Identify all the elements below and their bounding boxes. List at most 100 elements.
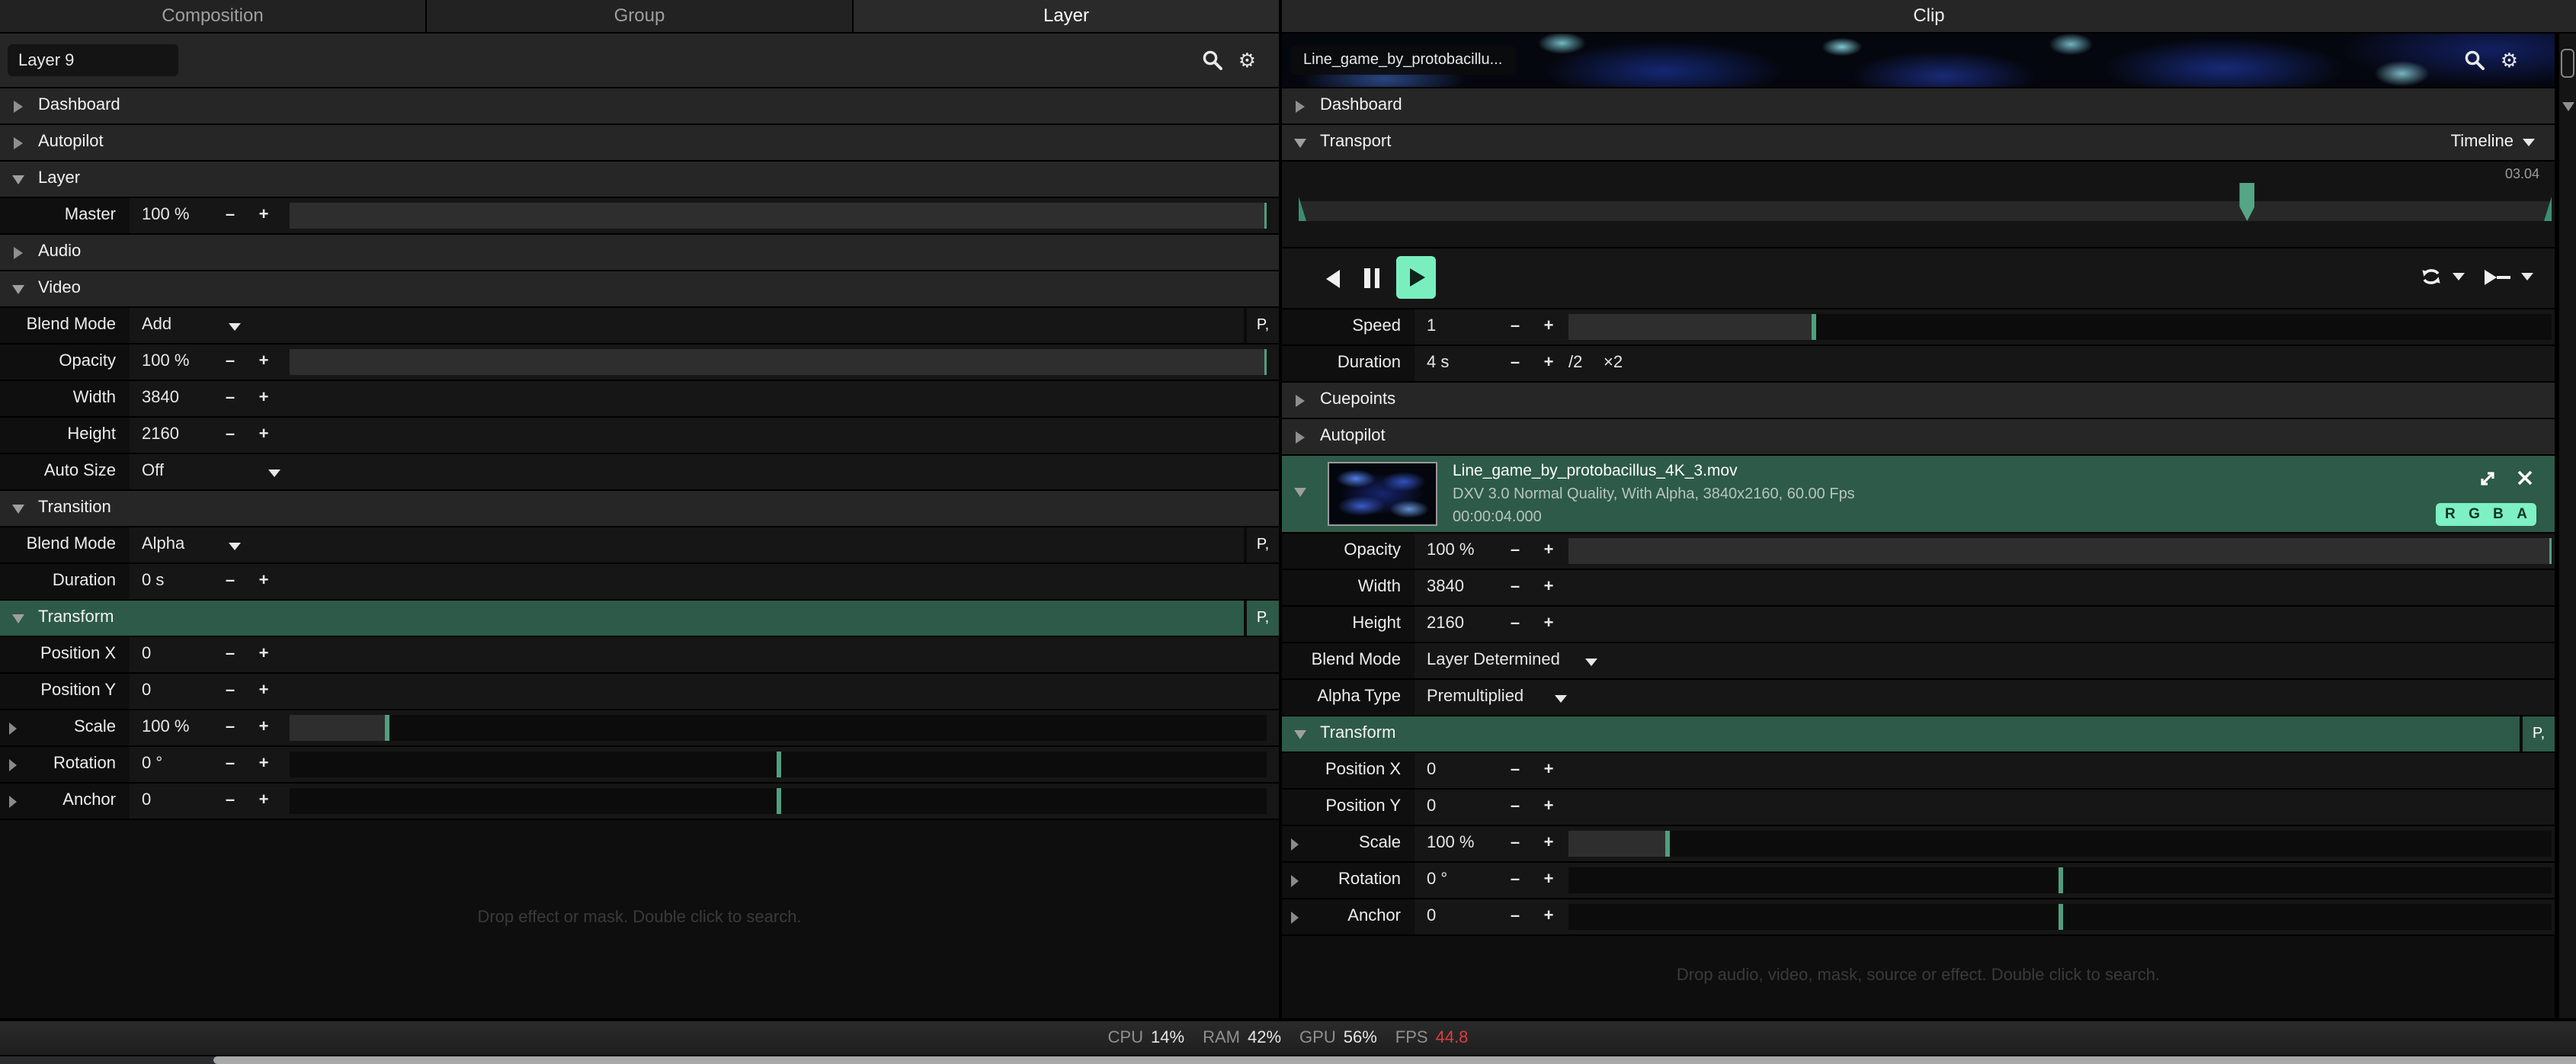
- scale-value[interactable]: 100 %: [142, 710, 189, 745]
- rotation-slider[interactable]: [290, 752, 1267, 777]
- section-transport[interactable]: Transport Timeline: [1282, 125, 2555, 160]
- position-x-value[interactable]: 0: [1427, 753, 1436, 788]
- collapsed-arrow-icon[interactable]: [9, 723, 17, 735]
- position-y-value[interactable]: 0: [1427, 790, 1436, 825]
- increment-button[interactable]: +: [255, 418, 273, 453]
- decrement-button[interactable]: –: [221, 637, 239, 672]
- anchor-slider[interactable]: [1568, 904, 2552, 930]
- section-autopilot[interactable]: Autopilot: [0, 125, 1279, 160]
- scroll-down-icon[interactable]: [2562, 102, 2574, 111]
- auto-size-select[interactable]: Off: [142, 454, 164, 489]
- clip-name-chip[interactable]: Line_game_by_protobacillu...: [1291, 46, 1514, 75]
- halve-duration-button[interactable]: /2: [1568, 346, 1582, 381]
- scale-slider[interactable]: [290, 715, 1267, 741]
- scrollbar-thumb[interactable]: [2561, 49, 2574, 78]
- increment-button[interactable]: +: [255, 637, 273, 672]
- height-value[interactable]: 2160: [1427, 607, 1464, 642]
- anchor-value[interactable]: 0: [1427, 899, 1436, 934]
- blend-mode-select[interactable]: Add: [142, 308, 171, 343]
- chevron-down-icon[interactable]: [2521, 273, 2533, 280]
- channel-r-toggle[interactable]: R: [2445, 506, 2456, 523]
- anchor-slider[interactable]: [290, 788, 1267, 814]
- play-button[interactable]: [1396, 256, 1436, 299]
- decrement-button[interactable]: –: [1506, 899, 1524, 934]
- params-button[interactable]: P,: [1244, 308, 1279, 343]
- params-button[interactable]: P,: [2520, 716, 2555, 752]
- section-dashboard[interactable]: Dashboard: [1282, 88, 2555, 123]
- decrement-button[interactable]: –: [221, 710, 239, 745]
- gear-icon[interactable]: ⚙: [1238, 50, 1256, 70]
- tab-composition[interactable]: Composition: [0, 0, 425, 32]
- increment-button[interactable]: +: [1540, 309, 1558, 345]
- decrement-button[interactable]: –: [221, 418, 239, 453]
- increment-button[interactable]: +: [1540, 790, 1558, 825]
- gear-icon[interactable]: ⚙: [2501, 50, 2518, 70]
- opacity-slider[interactable]: [290, 349, 1267, 375]
- section-layer[interactable]: Layer: [0, 162, 1279, 197]
- decrement-button[interactable]: –: [221, 564, 239, 599]
- play-direction-icon[interactable]: [2485, 269, 2510, 284]
- blend-mode-select[interactable]: Layer Determined: [1427, 643, 1560, 678]
- transition-blend-mode-select[interactable]: Alpha: [142, 527, 184, 562]
- section-autopilot[interactable]: Autopilot: [1282, 419, 2555, 454]
- decrement-button[interactable]: –: [221, 345, 239, 380]
- go-to-start-button[interactable]: [1326, 270, 1340, 288]
- tab-layer[interactable]: Layer: [854, 0, 1279, 32]
- increment-button[interactable]: +: [1540, 534, 1558, 569]
- scrollbar[interactable]: [2559, 34, 2576, 1018]
- effect-drop-zone[interactable]: Drop effect or mask. Double click to sea…: [0, 820, 1279, 1018]
- tab-clip[interactable]: Clip: [1282, 0, 2576, 32]
- expand-icon[interactable]: [2478, 470, 2497, 488]
- increment-button[interactable]: +: [1540, 826, 1558, 861]
- chevron-down-icon[interactable]: [229, 323, 241, 331]
- collapsed-arrow-icon[interactable]: [9, 759, 17, 771]
- close-icon[interactable]: [2517, 470, 2533, 488]
- layer-name-input[interactable]: [8, 44, 178, 76]
- section-audio[interactable]: Audio: [0, 235, 1279, 270]
- decrement-button[interactable]: –: [221, 747, 239, 782]
- clip-thumbnail[interactable]: [1328, 462, 1437, 526]
- search-icon[interactable]: [1203, 50, 1223, 70]
- decrement-button[interactable]: –: [1506, 607, 1524, 642]
- decrement-button[interactable]: –: [221, 198, 239, 233]
- decrement-button[interactable]: –: [1506, 863, 1524, 898]
- decrement-button[interactable]: –: [1506, 346, 1524, 381]
- height-value[interactable]: 2160: [142, 418, 179, 453]
- increment-button[interactable]: +: [255, 345, 273, 380]
- section-dashboard[interactable]: Dashboard: [0, 88, 1279, 123]
- decrement-button[interactable]: –: [1506, 790, 1524, 825]
- search-icon[interactable]: [2465, 50, 2485, 70]
- decrement-button[interactable]: –: [221, 784, 239, 819]
- increment-button[interactable]: +: [1540, 863, 1558, 898]
- channel-g-toggle[interactable]: G: [2469, 506, 2480, 523]
- master-slider[interactable]: [290, 203, 1267, 229]
- decrement-button[interactable]: –: [221, 381, 239, 416]
- params-button[interactable]: P,: [1244, 527, 1279, 562]
- chevron-down-icon[interactable]: [229, 543, 241, 550]
- anchor-value[interactable]: 0: [142, 784, 151, 819]
- chevron-down-icon[interactable]: [2453, 273, 2465, 280]
- scale-slider[interactable]: [1568, 831, 2552, 857]
- tab-group[interactable]: Group: [427, 0, 852, 32]
- increment-button[interactable]: +: [255, 784, 273, 819]
- params-button[interactable]: P,: [1244, 601, 1279, 636]
- width-value[interactable]: 3840: [1427, 570, 1464, 605]
- decrement-button[interactable]: –: [221, 674, 239, 709]
- rgba-channel-toggles[interactable]: R G B A: [2436, 503, 2536, 526]
- section-transform[interactable]: Transform P,: [0, 601, 1279, 636]
- increment-button[interactable]: +: [1540, 607, 1558, 642]
- section-transition[interactable]: Transition: [0, 491, 1279, 526]
- position-x-value[interactable]: 0: [142, 637, 151, 672]
- collapsed-arrow-icon[interactable]: [1291, 875, 1299, 887]
- opacity-value[interactable]: 100 %: [142, 345, 189, 380]
- decrement-button[interactable]: –: [1506, 570, 1524, 605]
- playhead-marker[interactable]: [2240, 183, 2255, 221]
- chevron-down-icon[interactable]: [1585, 659, 1597, 666]
- collapsed-arrow-icon[interactable]: [1291, 838, 1299, 851]
- opacity-slider[interactable]: [1568, 538, 2552, 564]
- chevron-down-icon[interactable]: [268, 470, 280, 477]
- clip-file-row[interactable]: Line_game_by_protobacillus_4K_3.mov DXV …: [1282, 456, 2555, 532]
- increment-button[interactable]: +: [1540, 753, 1558, 788]
- decrement-button[interactable]: –: [1506, 826, 1524, 861]
- increment-button[interactable]: +: [1540, 346, 1558, 381]
